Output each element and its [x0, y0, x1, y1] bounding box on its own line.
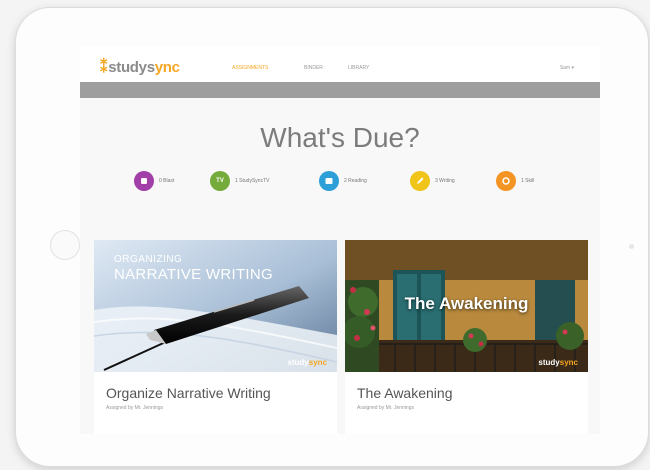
card-thumbnail: The Awakening studysync [345, 240, 588, 372]
pencil-icon [410, 171, 430, 191]
card-subtitle: Assigned by Mr. Jennings [106, 405, 163, 411]
tv-icon: TV [210, 171, 230, 191]
image-brand-mark: studysync [538, 358, 578, 367]
book-icon [319, 171, 339, 191]
toolbar-strip [80, 82, 600, 98]
home-button[interactable] [50, 230, 80, 260]
image-heading-bottom: NARRATIVE WRITING [114, 266, 273, 283]
filter-reading[interactable]: 2 Reading [319, 170, 367, 192]
nav-assignments[interactable]: ASSIGNMENTS [232, 65, 268, 71]
skill-icon [496, 171, 516, 191]
page-title: What's Due? [260, 122, 420, 153]
image-heading: The Awakening [404, 294, 529, 313]
filter-writing[interactable]: 3 Writing [410, 170, 455, 192]
card-subtitle: Assigned by Mr. Jennings [357, 405, 414, 411]
filter-studysynctv[interactable]: TV 1 StudySyncTV [210, 170, 269, 192]
camera-dot [629, 244, 634, 249]
assignment-card-the-awakening[interactable]: The Awakening studysync The Awakening As… [345, 240, 588, 434]
top-navigation-bar: ⁑studysync ASSIGNMENTS BINDER LIBRARY Sa… [80, 46, 600, 82]
filter-skill[interactable]: 1 Skill [496, 170, 534, 192]
filter-blast[interactable]: 0 Blast [134, 170, 174, 192]
nav-library[interactable]: LIBRARY [348, 65, 369, 71]
card-title: Organize Narrative Writing [106, 385, 271, 401]
card-thumbnail: ORGANIZING NARRATIVE WRITING studysync [94, 240, 337, 372]
image-heading-top: ORGANIZING [114, 254, 183, 265]
blast-icon [134, 171, 154, 191]
app-screen: ⁑studysync ASSIGNMENTS BINDER LIBRARY Sa… [80, 46, 600, 434]
studysync-logo[interactable]: ⁑studysync [100, 58, 180, 76]
card-title: The Awakening [357, 385, 453, 401]
assignment-card-organize-narrative[interactable]: ORGANIZING NARRATIVE WRITING studysync O… [94, 240, 337, 434]
nav-binder[interactable]: BINDER [304, 65, 323, 71]
image-brand-mark: studysync [287, 358, 327, 367]
user-menu[interactable]: Sam ▾ [560, 65, 574, 71]
